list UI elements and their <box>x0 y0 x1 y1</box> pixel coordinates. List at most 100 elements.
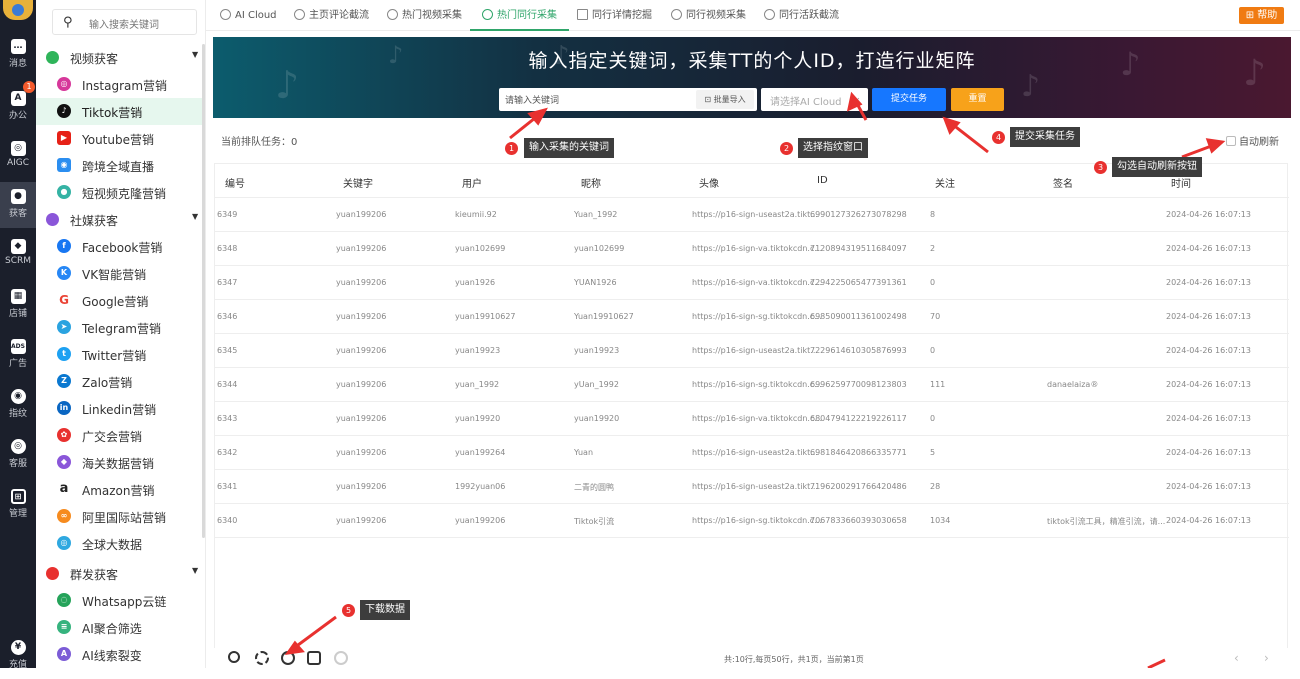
nav-item-twitter[interactable]: t Twitter营销 <box>36 341 202 368</box>
table-cell: 2024-04-26 16:07:13 <box>1166 414 1251 423</box>
table-footer: 共:10行,每页50行，共1页，当前第1页 ‹ › <box>214 648 1300 668</box>
delete-icon[interactable] <box>307 651 321 665</box>
nav-item-facebook[interactable]: f Facebook营销 <box>36 233 202 260</box>
keyword-input[interactable]: 请输入关键词 ⊡ 批量导入 <box>499 88 757 111</box>
nav-item-canton-fair[interactable]: ✿ 广交会营销 <box>36 422 202 449</box>
rail-item-ads[interactable]: ADS 广告 <box>0 332 36 378</box>
table-row[interactable]: 6341 yuan199206 1992yuan06 二青的圆鸭 https://p16… <box>215 470 1289 504</box>
alibaba-icon: ∞ <box>57 509 71 523</box>
col-header-keyword[interactable]: 关键字 <box>343 175 373 190</box>
table-row[interactable]: 6347 yuan199206 yuan1926 YUAN1926 https://p1… <box>215 266 1289 300</box>
sidebar-search-input[interactable]: ⚲ 输入搜索关键词 <box>52 9 197 35</box>
col-header-nickname[interactable]: 昵称 <box>581 175 601 190</box>
chevron-left-icon[interactable]: ‹ <box>1234 651 1239 665</box>
nav-item-alibaba[interactable]: ∞ 阿里国际站营销 <box>36 503 202 530</box>
tab-hot-peer[interactable]: 热门同行采集 <box>470 0 569 31</box>
nav-item-customs[interactable]: ◆ 海关数据营销 <box>36 449 202 476</box>
rail-item-recharge[interactable]: ¥ 充值 <box>0 633 36 679</box>
help-button[interactable]: ⊞ 帮助 <box>1239 7 1284 24</box>
nav-group-video[interactable]: 视频获客 ▼ <box>36 44 204 71</box>
rail-item-aigc[interactable]: ◎ AIGC <box>0 134 36 180</box>
nav-item-live[interactable]: ◉ 跨境全域直播 <box>36 152 202 179</box>
tab-hot-video[interactable]: 热门视频采集 <box>387 0 462 31</box>
reset-button[interactable]: 重置 <box>951 88 1004 111</box>
table-row[interactable]: 6349 yuan199206 kieumii.92 Yuan_1992 https:/… <box>215 198 1289 232</box>
col-header-time[interactable]: 时间 <box>1171 175 1191 190</box>
document-icon <box>577 9 588 20</box>
batch-import-button[interactable]: ⊡ 批量导入 <box>696 90 754 109</box>
table-cell: https://p16-sign-sg.tiktokcdn.c... <box>692 312 822 321</box>
table-cell: 6344 <box>217 380 238 389</box>
col-header-signature[interactable]: 签名 <box>1053 175 1073 190</box>
tab-peer-video[interactable]: 同行视频采集 <box>671 0 746 31</box>
table-row[interactable]: 6344 yuan199206 yuan_1992 yUan_1992 https://… <box>215 368 1289 402</box>
nav-item-ai-leads[interactable]: A AI线索裂变 <box>36 641 202 668</box>
sidebar-scrollbar[interactable] <box>202 44 205 538</box>
rail-item-acquire[interactable]: ● 获客 <box>0 182 36 228</box>
nav-item-bigdata[interactable]: ◎ 全球大数据 <box>36 530 202 557</box>
nav-item-zalo[interactable]: Z Zalo营销 <box>36 368 202 395</box>
rail-item-office[interactable]: A 1 办公 <box>0 81 36 130</box>
rail-item-manage[interactable]: ⊞ 管理 <box>0 482 36 528</box>
table-cell: 2024-04-26 16:07:13 <box>1166 346 1251 355</box>
import-icon: ⊡ <box>704 95 714 104</box>
rail-item-fingerprint[interactable]: ◉ 指纹 <box>0 382 36 428</box>
download-icon[interactable] <box>281 651 295 665</box>
rail-item-store[interactable]: ▦ 店铺 <box>0 282 36 328</box>
nav-item-tiktok[interactable]: ♪ Tiktok营销 <box>36 98 202 125</box>
nav-item-vk[interactable]: K VK智能营销 <box>36 260 202 287</box>
tab-peer-active[interactable]: 同行活跃截流 <box>764 0 839 31</box>
col-header-id[interactable]: ID <box>817 175 828 186</box>
table-row[interactable]: 6346 yuan199206 yuan19910627 Yuan19910627 ht… <box>215 300 1289 334</box>
nav-item-google[interactable]: G Google营销 <box>36 287 202 314</box>
settings-icon[interactable] <box>334 651 348 665</box>
nav-item-telegram[interactable]: ➤ Telegram营销 <box>36 314 202 341</box>
col-header-user[interactable]: 用户 <box>462 175 482 190</box>
nav-item-ai-filter[interactable]: ≡ AI聚合筛选 <box>36 614 202 641</box>
ai-cloud-select[interactable]: 请选择AI Cloud ⌄ <box>761 88 868 111</box>
refresh-icon[interactable] <box>255 651 269 665</box>
tab-comment-intercept[interactable]: 主页评论截流 <box>294 0 369 31</box>
activity-icon <box>764 9 775 20</box>
nav-group-broadcast[interactable]: 群发获客 ▼ <box>36 560 204 587</box>
chevron-right-icon[interactable]: › <box>1264 651 1269 665</box>
clone-icon: ● <box>57 185 71 199</box>
auto-refresh-checkbox[interactable]: 自动刷新 <box>1226 133 1279 148</box>
tab-ai-cloud[interactable]: AI Cloud <box>220 0 277 31</box>
table-row[interactable]: 6342 yuan199206 yuan199264 Yuan https://p16-… <box>215 436 1289 470</box>
annotation-label: 下载数据 <box>360 600 410 620</box>
col-header-number[interactable]: 编号 <box>225 175 245 190</box>
nav-item-clone[interactable]: ● 短视频克隆营销 <box>36 179 202 206</box>
queue-status: 当前排队任务：0 <box>221 137 298 148</box>
table-row[interactable]: 6348 yuan199206 yuan102699 yuan102699 https:… <box>215 232 1289 266</box>
nav-item-youtube[interactable]: ▶ Youtube营销 <box>36 125 202 152</box>
col-header-avatar[interactable]: 头像 <box>699 175 719 190</box>
instagram-icon: ◎ <box>57 77 71 91</box>
annotation-marker: 3 <box>1094 161 1107 174</box>
table-cell: 8 <box>930 210 936 219</box>
table-cell: https://p16-sign-va.tiktokcdn.c... <box>692 278 822 287</box>
tab-peer-detail[interactable]: 同行详情挖掘 <box>577 0 652 31</box>
table-cell: 6340 <box>217 516 238 525</box>
cloud-icon <box>220 9 231 20</box>
table-row[interactable]: 6345 yuan199206 yuan19923 yuan19923 https://… <box>215 334 1289 368</box>
annotation-marker: 1 <box>505 142 518 155</box>
table-cell: yUan_1992 <box>574 380 619 389</box>
nav-item-instagram[interactable]: ◎ Instagram营销 <box>36 71 202 98</box>
nav-item-amazon[interactable]: a Amazon营销 <box>36 476 202 503</box>
table-row[interactable]: 6343 yuan199206 yuan19920 yuan19920 https://… <box>215 402 1289 436</box>
zalo-icon: Z <box>57 374 71 388</box>
youtube-icon: ▶ <box>57 131 71 145</box>
search-icon[interactable] <box>228 651 240 663</box>
rail-item-messages[interactable]: … 消息 <box>0 32 36 78</box>
col-header-follow[interactable]: 关注 <box>935 175 955 190</box>
video-icon <box>671 9 682 20</box>
submit-task-button[interactable]: 提交任务 <box>872 88 946 111</box>
table-cell: 2024-04-26 16:07:13 <box>1166 448 1251 457</box>
nav-item-linkedin[interactable]: in Linkedin营销 <box>36 395 202 422</box>
rail-item-scrm[interactable]: ◆ SCRM <box>0 232 36 278</box>
nav-group-social[interactable]: 社媒获客 ▼ <box>36 206 204 233</box>
rail-item-service[interactable]: ◎ 客服 <box>0 432 36 478</box>
nav-item-whatsapp[interactable]: ◌ Whatsapp云链 <box>36 587 202 614</box>
table-row[interactable]: 6340 yuan199206 yuan199206 Tiktok引流 https://… <box>215 504 1289 538</box>
